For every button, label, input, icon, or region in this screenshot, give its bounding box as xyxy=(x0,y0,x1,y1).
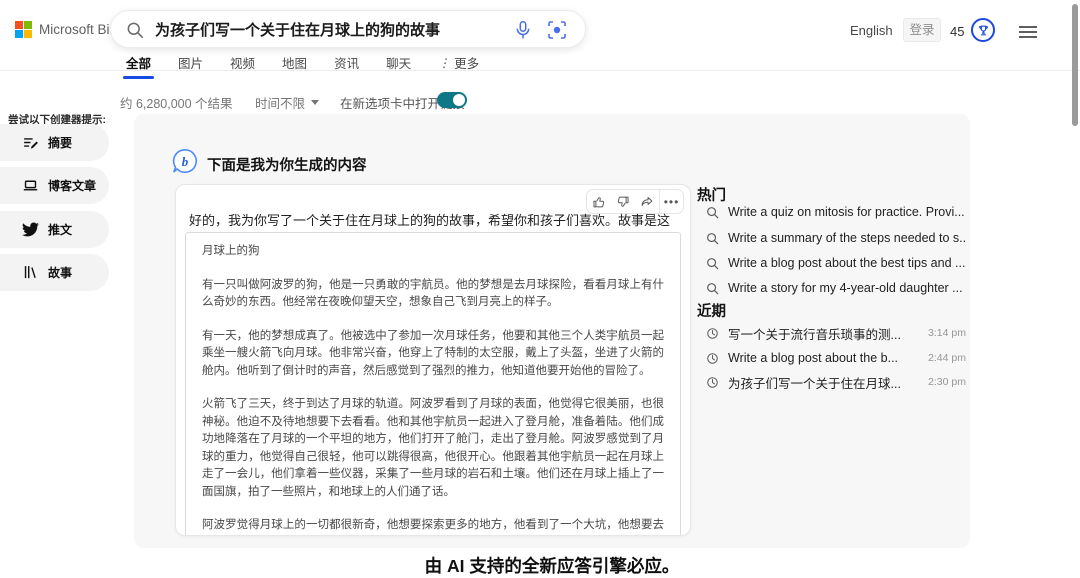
hot-suggestion[interactable]: Write a blog post about the best tips an… xyxy=(706,251,966,275)
bing-serp-page: Microsoft Bing English 登录 45 全部 图片 视频 地图… xyxy=(0,0,1080,578)
open-links-toggle[interactable] xyxy=(437,92,467,108)
laptop-icon xyxy=(22,177,39,194)
story-paragraph: 火箭飞了三天，终于到达了月球的轨道。阿波罗看到了月球的表面，他觉得它很美丽，也很… xyxy=(202,396,664,501)
creator-prompt-summary[interactable]: 摘要 xyxy=(0,124,109,161)
compose-icon xyxy=(22,134,39,151)
hot-suggestion-text: Write a summary of the steps needed to s… xyxy=(728,231,966,245)
creator-prompt-label: 故事 xyxy=(48,264,72,281)
hot-suggestion[interactable]: Write a summary of the steps needed to s… xyxy=(706,226,966,250)
books-icon xyxy=(22,264,39,281)
search-icon xyxy=(706,206,719,219)
recent-item-text: 为孩子们写一个关于住在月球... xyxy=(728,373,901,392)
history-clock-icon xyxy=(706,376,719,389)
time-filter-label: 时间不限 xyxy=(255,93,305,112)
search-tabs: 全部 图片 视频 地图 资讯 聊天 更多 xyxy=(126,53,479,84)
tab-chat[interactable]: 聊天 xyxy=(386,53,411,84)
language-selector[interactable]: English xyxy=(850,23,893,38)
results-count: 约 6,280,000 个结果 xyxy=(120,93,233,112)
creator-prompt-label: 推文 xyxy=(48,221,72,238)
visual-search-icon[interactable] xyxy=(547,20,567,40)
microsoft-logo-icon xyxy=(15,21,32,38)
tab-videos[interactable]: 视频 xyxy=(230,53,255,84)
chevron-down-icon xyxy=(311,100,319,105)
tab-all[interactable]: 全部 xyxy=(126,53,151,84)
search-icon xyxy=(706,282,719,295)
search-icon xyxy=(126,21,144,39)
hot-suggestion-text: Write a story for my 4-year-old daughter… xyxy=(728,281,963,295)
story-title: 月球上的狗 xyxy=(202,243,664,261)
bing-chat-icon: b xyxy=(171,147,199,175)
more-dots-icon xyxy=(438,56,450,70)
creator-prompt-label: 博客文章 xyxy=(48,177,96,194)
rewards-points: 45 xyxy=(950,24,964,39)
creator-prompt-story[interactable]: 故事 xyxy=(0,254,109,291)
time-filter-dropdown[interactable]: 时间不限 xyxy=(255,93,319,112)
bing-ai-tagline: 由 AI 支持的全新应答引擎必应。 xyxy=(134,553,970,578)
story-paragraph: 有一只叫做阿波罗的狗，他是一只勇敢的宇航员。他的梦想是去月球探险，看看月球上有什… xyxy=(202,277,664,312)
hot-suggestion[interactable]: Write a quiz on mitosis for practice. Pr… xyxy=(706,200,966,224)
creator-prompt-label: 摘要 xyxy=(48,134,72,151)
recent-item-time: 3:14 pm xyxy=(928,327,966,339)
search-input[interactable] xyxy=(155,11,485,47)
recent-history-item[interactable]: 为孩子们写一个关于住在月球... 2:30 pm xyxy=(706,370,966,394)
tabs-divider xyxy=(0,70,1080,71)
recent-section-title: 近期 xyxy=(697,300,726,321)
recent-item-text: 写一个关于流行音乐琐事的测... xyxy=(728,324,901,343)
hot-suggestion[interactable]: Write a story for my 4-year-old daughter… xyxy=(706,276,966,300)
twitter-icon xyxy=(22,221,39,238)
recent-history-item[interactable]: Write a blog post about the b... 2:44 pm xyxy=(706,346,966,370)
recent-item-text: Write a blog post about the b... xyxy=(728,351,898,365)
hamburger-menu-icon[interactable] xyxy=(1019,26,1037,41)
svg-text:b: b xyxy=(182,154,189,169)
recent-item-time: 2:30 pm xyxy=(928,376,966,388)
scrollbar-thumb[interactable] xyxy=(1072,4,1078,126)
microphone-icon[interactable] xyxy=(513,20,533,40)
creator-prompt-tweet[interactable]: 推文 xyxy=(0,211,109,248)
history-clock-icon xyxy=(706,327,719,340)
tab-images[interactable]: 图片 xyxy=(178,53,203,84)
search-box[interactable] xyxy=(110,10,586,48)
story-paragraph: 阿波罗觉得月球上的一切都很新奇，他想要探索更多的地方，他看到了一个大坑，他想要去… xyxy=(202,517,664,536)
tab-more[interactable]: 更多 xyxy=(438,53,479,84)
hot-suggestion-text: Write a blog post about the best tips an… xyxy=(728,256,965,270)
history-clock-icon xyxy=(706,352,719,365)
tab-news[interactable]: 资讯 xyxy=(334,53,359,84)
microsoft-bing-logo[interactable]: Microsoft Bing xyxy=(15,21,125,38)
creator-prompt-blog[interactable]: 博客文章 xyxy=(0,167,109,204)
search-icon xyxy=(706,232,719,245)
rewards-trophy-icon[interactable] xyxy=(971,18,995,42)
recent-item-time: 2:44 pm xyxy=(928,352,966,364)
hot-suggestion-text: Write a quiz on mitosis for practice. Pr… xyxy=(728,205,965,219)
recent-history-item[interactable]: 写一个关于流行音乐琐事的测... 3:14 pm xyxy=(706,321,966,345)
generated-content-card: ••• 好的，我为你写了一个关于住在月球上的狗的故事，希望你和孩子们喜欢。故事是… xyxy=(175,184,691,536)
ai-generated-header: 下面是我为你生成的内容 xyxy=(207,154,367,175)
search-icon xyxy=(706,257,719,270)
story-text-box: 月球上的狗 有一只叫做阿波罗的狗，他是一只勇敢的宇航员。他的梦想是去月球探险，看… xyxy=(185,232,681,536)
tab-maps[interactable]: 地图 xyxy=(282,53,307,84)
signin-button[interactable]: 登录 xyxy=(903,18,941,42)
story-paragraph: 有一天，他的梦想成真了。他被选中了参加一次月球任务，他要和其他三个人类宇航员一起… xyxy=(202,328,664,381)
